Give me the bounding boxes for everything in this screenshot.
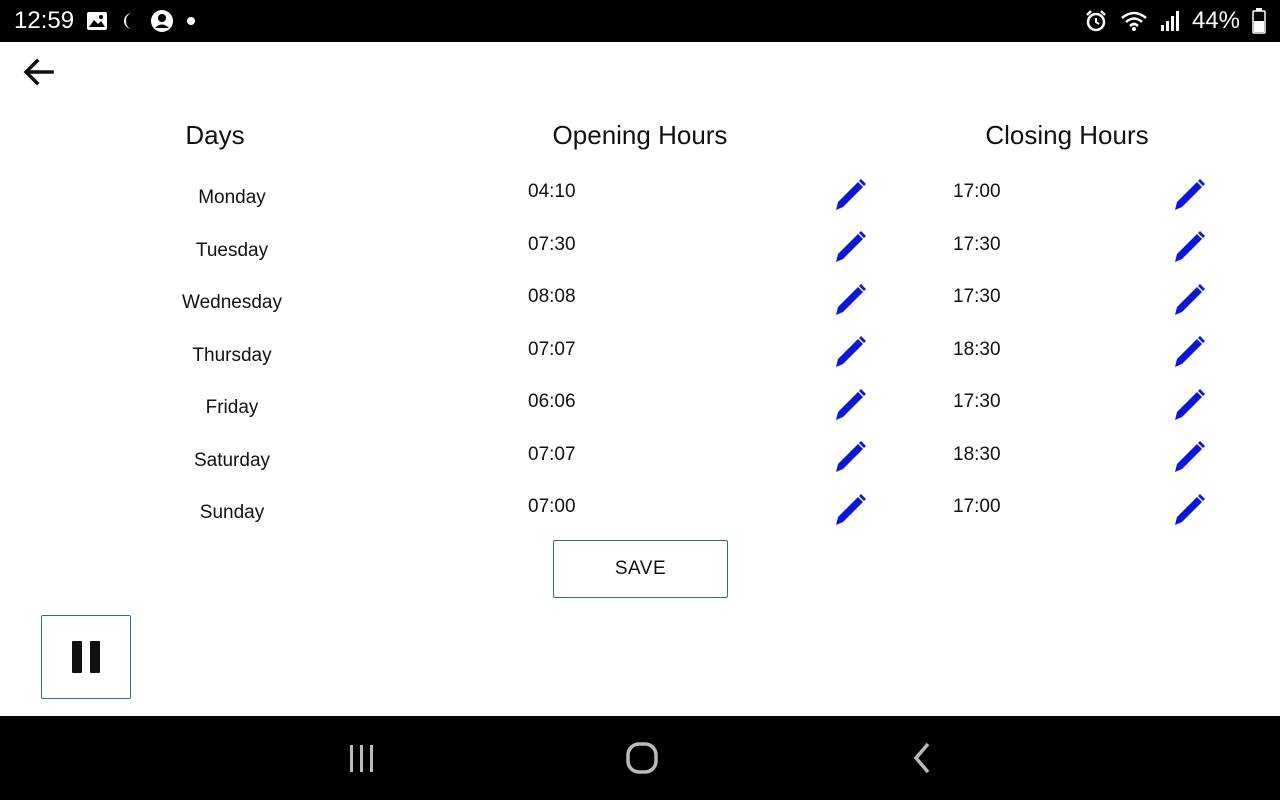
- pause-button[interactable]: [41, 615, 131, 699]
- back-button[interactable]: [18, 52, 58, 92]
- pencil-icon: [1171, 492, 1207, 533]
- arrow-left-icon: [23, 58, 54, 86]
- pencil-icon: [832, 282, 868, 323]
- day-label: Wednesday: [182, 292, 282, 313]
- pencil-icon: [832, 334, 868, 375]
- account-icon: [150, 9, 174, 33]
- home-button[interactable]: [612, 738, 672, 778]
- pencil-icon: [1171, 282, 1207, 323]
- edit-closing-time-button[interactable]: [1171, 387, 1207, 428]
- edit-closing-time-button[interactable]: [1171, 229, 1207, 270]
- pause-icon: [68, 641, 104, 673]
- day-label: Sunday: [199, 502, 265, 523]
- status-time: 12:59: [14, 7, 75, 34]
- opening-hours-column-header: Opening Hours: [552, 120, 728, 150]
- home-icon: [626, 742, 658, 774]
- battery-percent: 44%: [1191, 7, 1240, 34]
- nav-back-button[interactable]: [892, 738, 952, 778]
- edit-opening-time-button[interactable]: [832, 439, 868, 480]
- dot-icon: [186, 16, 196, 26]
- edit-closing-time-button[interactable]: [1171, 334, 1207, 375]
- alarm-icon: [1084, 9, 1108, 33]
- battery-icon: [1252, 8, 1266, 34]
- edit-opening-time-button[interactable]: [832, 387, 868, 428]
- closing-hours-column-header: Closing Hours: [985, 120, 1149, 150]
- pencil-icon: [1171, 177, 1207, 218]
- pencil-icon: [832, 177, 868, 218]
- save-button[interactable]: SAVE: [553, 540, 728, 598]
- edit-closing-time-button[interactable]: [1171, 282, 1207, 323]
- edit-closing-time-button[interactable]: [1171, 177, 1207, 218]
- opening-time[interactable]: 07:30: [528, 234, 576, 256]
- opening-time[interactable]: 06:06: [528, 391, 576, 413]
- closing-time[interactable]: 18:30: [953, 339, 1001, 361]
- pencil-icon: [832, 229, 868, 270]
- closing-time[interactable]: 17:30: [953, 391, 1001, 413]
- pencil-icon: [832, 439, 868, 480]
- day-label: Monday: [198, 187, 266, 208]
- edit-opening-time-button[interactable]: [832, 334, 868, 375]
- edit-closing-time-button[interactable]: [1171, 492, 1207, 533]
- closing-time[interactable]: 17:30: [953, 286, 1001, 308]
- opening-time[interactable]: 04:10: [528, 181, 576, 203]
- recent-apps-icon: [350, 745, 373, 772]
- status-bar: 12:59 44%: [0, 0, 1280, 42]
- navigation-bar: [0, 716, 1280, 800]
- edit-opening-time-button[interactable]: [832, 282, 868, 323]
- day-label: Tuesday: [195, 239, 269, 261]
- day-label: Friday: [205, 397, 259, 418]
- opening-time[interactable]: 07:07: [528, 444, 576, 466]
- recent-apps-button[interactable]: [332, 738, 392, 778]
- moon-icon: [120, 11, 138, 31]
- pencil-icon: [832, 492, 868, 533]
- day-label: Saturday: [193, 449, 271, 471]
- closing-time[interactable]: 17:00: [953, 496, 1001, 518]
- opening-time[interactable]: 08:08: [528, 286, 576, 308]
- pencil-icon: [1171, 229, 1207, 270]
- status-bar-right: 44%: [1084, 7, 1266, 35]
- signal-icon: [1160, 10, 1180, 32]
- opening-time[interactable]: 07:00: [528, 496, 576, 518]
- pencil-icon: [1171, 439, 1207, 480]
- edit-closing-time-button[interactable]: [1171, 439, 1207, 480]
- edit-opening-time-button[interactable]: [832, 177, 868, 218]
- days-column-header: Days: [185, 120, 245, 150]
- opening-time[interactable]: 07:07: [528, 339, 576, 361]
- opening-hours-screen: Days Opening Hours Closing Hours Monday 0…: [0, 42, 1280, 716]
- image-icon: [86, 11, 108, 31]
- chevron-left-icon: [913, 742, 930, 774]
- edit-opening-time-button[interactable]: [832, 492, 868, 533]
- closing-time[interactable]: 17:30: [953, 234, 1001, 256]
- edit-opening-time-button[interactable]: [832, 229, 868, 270]
- wifi-icon: [1120, 10, 1148, 32]
- pencil-icon: [1171, 334, 1207, 375]
- pencil-icon: [832, 387, 868, 428]
- day-label: Thursday: [192, 344, 272, 366]
- closing-time[interactable]: 17:00: [953, 181, 1001, 203]
- pencil-icon: [1171, 387, 1207, 428]
- closing-time[interactable]: 18:30: [953, 444, 1001, 466]
- status-bar-left: 12:59: [14, 7, 196, 35]
